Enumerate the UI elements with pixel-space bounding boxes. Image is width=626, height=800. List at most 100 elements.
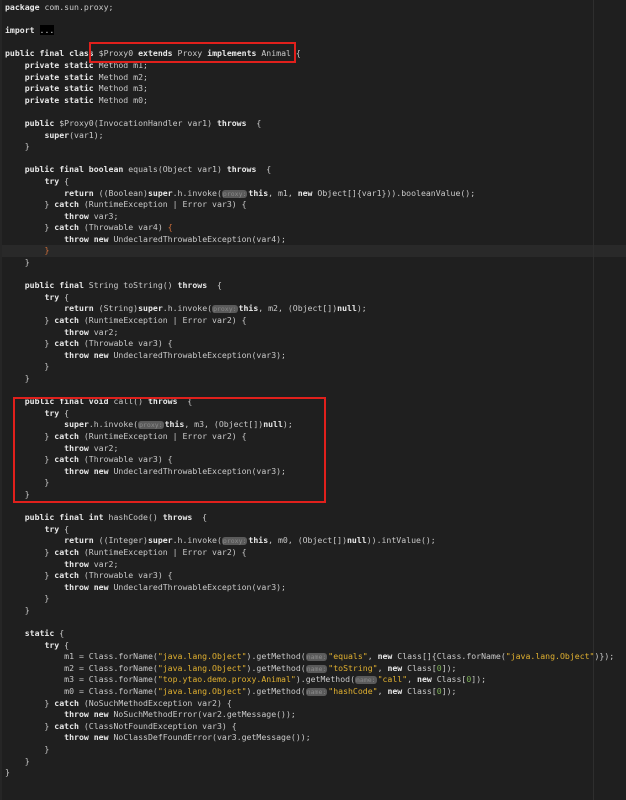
keyword: super [138, 303, 163, 314]
code-line[interactable]: public final int hashCode() throws { [5, 512, 614, 524]
code-text: .h.invoke( [162, 303, 213, 314]
code-line[interactable]: } catch (Throwable var4) { [5, 222, 614, 234]
code-line[interactable]: } [0, 245, 626, 257]
code-line[interactable]: } [5, 361, 614, 373]
code-line[interactable]: return (String)super.h.invoke(proxy: this… [5, 303, 614, 315]
gutter [0, 0, 2, 800]
keyword: private static [24, 59, 94, 70]
code-line[interactable]: return ((Integer)super.h.invoke(proxy: th… [5, 535, 614, 547]
code-line[interactable]: try { [5, 292, 614, 304]
code-line[interactable]: } [5, 593, 614, 605]
code-line[interactable]: } catch (RuntimeException | Error var3) … [5, 199, 614, 211]
code-line[interactable]: } [5, 605, 614, 617]
code-line[interactable]: public final String toString() throws { [5, 280, 614, 292]
code-text: ).getMethod( [246, 651, 306, 662]
code-text: ); [356, 303, 367, 314]
code-line[interactable]: } catch (NoSuchMethodException var2) { [5, 698, 614, 710]
keyword: catch [54, 222, 79, 233]
code-line[interactable]: public $Proxy0(InvocationHandler var1) t… [5, 118, 614, 130]
code-line[interactable]: public final boolean equals(Object var1)… [5, 164, 614, 176]
code-line[interactable]: private static Method m3; [5, 83, 614, 95]
code-text: ]); [441, 686, 457, 697]
keyword: super [147, 187, 173, 198]
code-text: } [5, 546, 55, 557]
code-line[interactable]: } catch (ClassNotFoundException var3) { [5, 721, 614, 733]
code-text: (ClassNotFoundException var3) { [78, 720, 237, 731]
code-line[interactable]: package com.sun.proxy; [5, 2, 614, 14]
keyword: private static [24, 83, 94, 94]
code-line[interactable]: private static Method m0; [5, 95, 614, 107]
code-line[interactable]: } catch (Throwable var3) { [5, 338, 614, 350]
code-text: NoClassDefFoundError(var3.getMessage()); [108, 732, 311, 743]
keyword: public [24, 117, 55, 128]
code-line[interactable]: throw new UndeclaredThrowableException(v… [5, 234, 614, 246]
keyword: try [44, 523, 60, 534]
string-literal: "hashCode" [328, 686, 378, 697]
code-line[interactable]: throw var2; [5, 327, 614, 339]
code-line[interactable]: m0 = Class.forName("java.lang.Object").g… [5, 686, 614, 698]
code-text: , m1, [268, 187, 298, 198]
code-line[interactable]: try { [5, 524, 614, 536]
code-line[interactable]: } [5, 744, 614, 756]
code-line[interactable]: } catch (RuntimeException | Error var2) … [5, 315, 614, 327]
keyword: catch [54, 570, 79, 581]
code-text: , [377, 686, 388, 697]
keyword: try [44, 639, 60, 650]
code-line[interactable]: m1 = Class.forName("java.lang.Object").g… [5, 651, 614, 663]
code-line[interactable]: private static Method m2; [5, 72, 614, 84]
code-line[interactable]: } catch (Throwable var3) { [5, 570, 614, 582]
string-literal: "top.ytao.demo.proxy.Animal" [157, 674, 296, 685]
code-line[interactable]: } [5, 141, 614, 153]
code-line[interactable] [5, 153, 614, 165]
keyword: null [347, 535, 367, 546]
code-line[interactable] [5, 616, 614, 628]
keyword: public final int [24, 512, 104, 523]
code-line[interactable]: throw new UndeclaredThrowableException(v… [5, 350, 614, 362]
code-line[interactable]: throw new NoSuchMethodError(var2.getMess… [5, 709, 614, 721]
code-line[interactable]: m3 = Class.forName("top.ytao.demo.proxy.… [5, 674, 614, 686]
keyword: throw [64, 210, 89, 221]
code-text: , [377, 662, 388, 673]
code-line[interactable]: } catch (RuntimeException | Error var2) … [5, 547, 614, 559]
code-line[interactable]: m2 = Class.forName("java.lang.Object").g… [5, 663, 614, 675]
code-line[interactable]: throw var3; [5, 211, 614, 223]
code-line[interactable]: super(var1); [5, 130, 614, 142]
code-area[interactable]: package com.sun.proxy; import ... public… [0, 2, 626, 779]
code-line[interactable] [5, 106, 614, 118]
folded-imports[interactable]: ... [39, 25, 55, 36]
code-text: } [5, 257, 30, 268]
code-line[interactable]: throw var2; [5, 559, 614, 571]
code-text: , m2, (Object[]) [258, 303, 338, 314]
code-line[interactable]: } [5, 373, 614, 385]
code-line[interactable] [5, 269, 614, 281]
code-line[interactable]: } [5, 257, 614, 269]
code-line[interactable] [5, 14, 614, 26]
code-line[interactable]: } [5, 767, 614, 779]
code-line[interactable]: throw new UndeclaredThrowableException(v… [5, 582, 614, 594]
code-line[interactable]: try { [5, 176, 614, 188]
code-text: UndeclaredThrowableException(var3); [108, 349, 286, 360]
code-text: ).getMethod( [246, 662, 306, 673]
code-line[interactable]: throw new NoClassDefFoundError(var3.getM… [5, 732, 614, 744]
code-text: { [207, 280, 222, 291]
code-line[interactable]: try { [5, 640, 614, 652]
keyword: catch [54, 199, 79, 210]
code-line[interactable]: static { [5, 628, 614, 640]
code-text: } [5, 338, 55, 349]
code-line[interactable]: import ... [5, 25, 614, 37]
code-editor[interactable]: package com.sun.proxy; import ... public… [0, 0, 626, 800]
code-line[interactable]: } [5, 756, 614, 768]
code-line[interactable] [5, 385, 614, 397]
code-text: (RuntimeException | Error var2) { [78, 546, 247, 557]
code-line[interactable]: return ((Boolean)super.h.invoke(proxy: th… [5, 188, 614, 200]
keyword: throws [177, 280, 208, 291]
code-text: } [5, 373, 30, 383]
